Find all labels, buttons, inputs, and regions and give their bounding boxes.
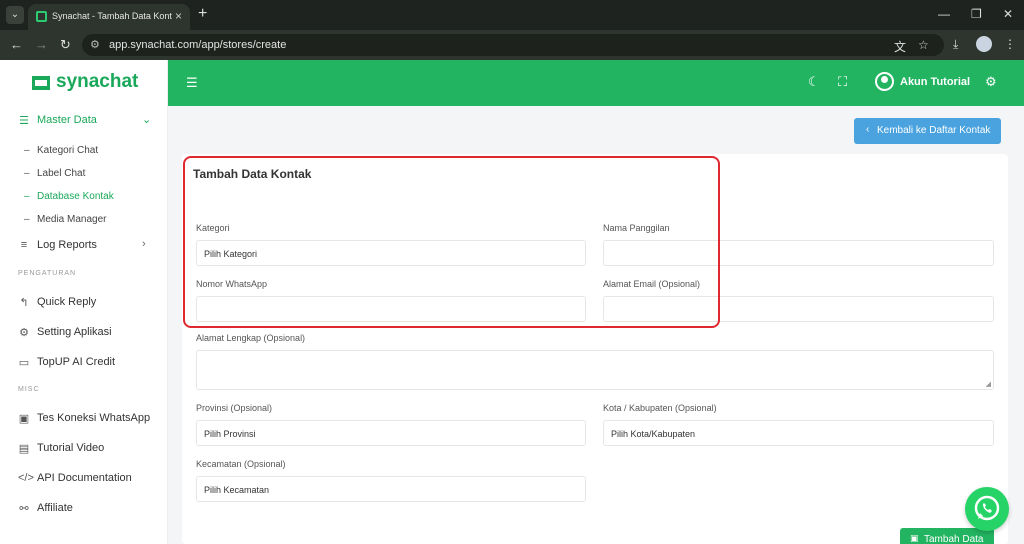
browser-tab[interactable]: Synachat - Tambah Data Kontak × [28, 4, 190, 30]
chevron-left-icon: ‹ [866, 124, 870, 135]
credit-card-icon: ▭ [18, 357, 30, 369]
forward-arrow-icon[interactable]: → [35, 37, 48, 53]
kecamatan-value: Pilih Kecamatan [204, 485, 270, 495]
sidebar-item-api-documentation[interactable]: </> API Documentation [0, 468, 168, 490]
dash-icon: – [24, 191, 30, 202]
sidebar-item-media-manager[interactable]: – Media Manager [0, 211, 168, 229]
dash-icon: – [24, 214, 30, 225]
download-icon[interactable]: ⤓ [953, 37, 958, 52]
code-icon: </> [18, 472, 34, 484]
tab-search-icon[interactable]: ⌄ [6, 6, 24, 24]
reload-icon[interactable]: ↻ [60, 37, 71, 53]
chat-icon: ▣ [18, 413, 30, 425]
new-tab-icon[interactable]: + [198, 5, 207, 23]
sidebar-item-label: TopUP AI Credit [37, 356, 116, 368]
sidebar-item-label: Quick Reply [37, 296, 97, 308]
alamat-lengkap-textarea[interactable]: ◢ [196, 350, 994, 390]
network-icon: ⚯ [19, 503, 29, 515]
user-avatar-icon[interactable] [875, 72, 894, 91]
book-icon: ▤ [18, 443, 30, 455]
chevron-down-icon: ⌄ [142, 114, 152, 126]
minimize-icon[interactable]: — [938, 7, 950, 21]
back-arrow-icon[interactable]: ← [10, 37, 23, 53]
logo-text: synachat [56, 71, 139, 92]
bookmark-star-icon[interactable]: ☆ [918, 38, 929, 52]
list-icon: ☰ [19, 115, 29, 127]
button-label: Tambah Data [924, 534, 984, 544]
app-header: ☰ ☾ ⛶ Akun Tutorial ⚙ [168, 60, 1024, 106]
chevron-right-icon: › [142, 238, 146, 250]
sidebar-item-label: Media Manager [37, 214, 107, 225]
sidebar-item-label: Tutorial Video [37, 442, 105, 454]
favicon-icon [36, 11, 47, 22]
sidebar-item-database-kontak[interactable]: – Database Kontak [0, 188, 168, 206]
highlight-annotation [183, 156, 720, 328]
provinsi-label: Provinsi (Opsional) [196, 403, 273, 413]
reply-icon: ↰ [19, 297, 29, 309]
whatsapp-floating-button[interactable] [965, 487, 1009, 531]
dash-icon: – [24, 168, 30, 179]
site-info-icon[interactable]: ⚙ [90, 38, 100, 51]
section-heading-misc: MISC [18, 386, 40, 393]
fullscreen-icon[interactable]: ⛶ [838, 74, 847, 90]
sidebar-item-label: Master Data [37, 114, 97, 126]
section-heading-pengaturan: PENGATURAN [18, 270, 77, 277]
kecamatan-select[interactable]: Pilih Kecamatan [196, 476, 586, 502]
kota-select[interactable]: Pilih Kota/Kabupaten [603, 420, 994, 446]
browser-profile-avatar[interactable] [976, 36, 992, 52]
resize-handle-icon[interactable]: ◢ [986, 380, 991, 388]
sidebar-item-tutorial-video[interactable]: ▤ Tutorial Video [0, 438, 168, 460]
sidebar-item-log-reports[interactable]: ≡ Log Reports › [0, 235, 168, 257]
browser-tab-bar: ⌄ Synachat - Tambah Data Kontak × + — ❐ … [0, 0, 1024, 30]
kota-value: Pilih Kota/Kabupaten [611, 429, 696, 439]
back-to-contact-list-button[interactable]: ‹ Kembali ke Daftar Kontak [854, 118, 1001, 144]
sidebar-item-label: Setting Aplikasi [37, 326, 112, 338]
kecamatan-label: Kecamatan (Opsional) [196, 459, 286, 469]
alamat-lengkap-label: Alamat Lengkap (Opsional) [196, 333, 306, 343]
sidebar-item-label: Tes Koneksi WhatsApp [37, 412, 151, 424]
hamburger-menu-icon[interactable]: ☰ [186, 75, 198, 91]
report-icon: ≡ [20, 239, 28, 251]
sidebar-item-label: Label Chat [37, 168, 86, 179]
restore-icon[interactable]: ❐ [971, 7, 982, 21]
button-label: Kembali ke Daftar Kontak [877, 125, 991, 136]
sidebar-item-tes-koneksi[interactable]: ▣ Tes Koneksi WhatsApp [0, 408, 168, 430]
sidebar: synachat ☰ Master Data ⌄ – Kategori Chat… [0, 60, 168, 544]
sidebar-item-label: Kategori Chat [37, 145, 99, 156]
whatsapp-icon [974, 495, 1000, 521]
sidebar-item-setting-aplikasi[interactable]: ⚙ Setting Aplikasi [0, 322, 168, 344]
user-name[interactable]: Akun Tutorial [900, 76, 970, 88]
address-bar[interactable]: ⚙ app.synachat.com/app/stores/create 文 ☆ [82, 34, 944, 56]
sidebar-item-affiliate[interactable]: ⚯ Affiliate [0, 498, 168, 520]
sidebar-item-topup-ai-credit[interactable]: ▭ TopUP AI Credit [0, 352, 168, 374]
tab-title: Synachat - Tambah Data Kontak [52, 11, 172, 21]
window-close-icon[interactable]: ✕ [1003, 7, 1013, 21]
dark-mode-moon-icon[interactable]: ☾ [808, 74, 820, 90]
dash-icon: – [24, 145, 30, 156]
sidebar-item-label: Affiliate [37, 502, 73, 514]
sidebar-item-label: Database Kontak [37, 191, 114, 202]
url-text[interactable]: app.synachat.com/app/stores/create [109, 39, 286, 51]
browser-menu-icon[interactable]: ⋮ [1004, 37, 1016, 51]
sidebar-item-label: Log Reports [37, 239, 97, 251]
tab-close-icon[interactable]: × [175, 9, 182, 23]
save-icon: ▣ [910, 533, 919, 543]
sidebar-item-label: API Documentation [37, 472, 132, 484]
logo-icon [32, 76, 50, 90]
kota-label: Kota / Kabupaten (Opsional) [603, 403, 717, 413]
sidebar-item-label-chat[interactable]: – Label Chat [0, 165, 168, 183]
settings-gear-icon[interactable]: ⚙ [985, 74, 997, 90]
browser-toolbar: ← → ↻ ⚙ app.synachat.com/app/stores/crea… [0, 30, 1024, 60]
gear-icon: ⚙ [19, 327, 29, 339]
sidebar-item-master-data[interactable]: ☰ Master Data ⌄ [0, 110, 168, 132]
sidebar-item-kategori-chat[interactable]: – Kategori Chat [0, 142, 168, 160]
sidebar-item-quick-reply[interactable]: ↰ Quick Reply [0, 292, 168, 314]
translate-icon[interactable]: 文 [894, 38, 906, 55]
provinsi-value: Pilih Provinsi [204, 429, 256, 439]
provinsi-select[interactable]: Pilih Provinsi [196, 420, 586, 446]
